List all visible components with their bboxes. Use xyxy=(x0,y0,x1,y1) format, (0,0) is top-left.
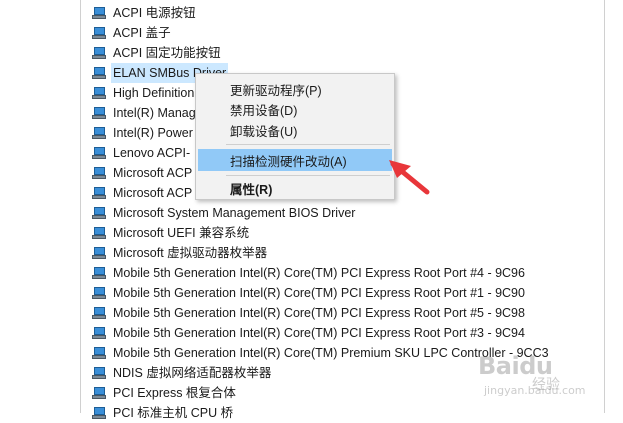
device-label: PCI 标准主机 CPU 桥 xyxy=(113,406,234,420)
device-list-item[interactable]: NDIS 虚拟网络适配器枚举器 xyxy=(92,363,271,383)
menu-item-uninstall-device[interactable]: 卸载设备(U) xyxy=(198,119,392,141)
device-label: Microsoft 虚拟驱动器枚举器 xyxy=(113,246,268,260)
device-icon xyxy=(92,227,106,239)
device-list-item[interactable]: ACPI 固定功能按钮 xyxy=(92,43,221,63)
device-icon xyxy=(92,127,106,139)
device-label: Microsoft UEFI 兼容系统 xyxy=(113,226,250,240)
device-icon xyxy=(92,27,106,39)
device-icon xyxy=(92,287,106,299)
device-label: ACPI 电源按钮 xyxy=(113,6,196,20)
menu-item-scan-hardware-changes[interactable]: 扫描检测硬件改动(A) xyxy=(198,149,392,171)
device-icon xyxy=(92,387,106,399)
device-icon xyxy=(92,47,106,59)
device-label: Mobile 5th Generation Intel(R) Core(TM) … xyxy=(113,286,525,300)
device-label: ACPI 盖子 xyxy=(113,26,171,40)
device-icon xyxy=(92,327,106,339)
device-icon xyxy=(92,87,106,99)
device-label: Mobile 5th Generation Intel(R) Core(TM) … xyxy=(113,326,525,340)
device-icon xyxy=(92,147,106,159)
device-label: Intel(R) Manag xyxy=(113,106,196,120)
device-label: Mobile 5th Generation Intel(R) Core(TM) … xyxy=(113,266,525,280)
tree-guide-line xyxy=(80,0,81,413)
menu-item-disable-device[interactable]: 禁用设备(D) xyxy=(198,98,392,120)
device-icon xyxy=(92,167,106,179)
device-list-item[interactable]: PCI 标准主机 CPU 桥 xyxy=(92,403,233,423)
menu-item-label: 属性(R) xyxy=(230,182,273,197)
device-label: Lenovo ACPI- xyxy=(113,146,191,160)
device-list-item[interactable]: Intel(R) Power xyxy=(92,123,193,143)
device-list-item[interactable]: Microsoft ACP xyxy=(92,163,192,183)
menu-separator xyxy=(226,175,390,176)
device-icon xyxy=(92,67,106,79)
device-list-item[interactable]: High Definition xyxy=(92,83,194,103)
device-label: Microsoft ACP xyxy=(113,166,193,180)
device-list-item[interactable]: PCI Express 根复合体 xyxy=(92,383,236,403)
device-label: Intel(R) Power xyxy=(113,126,193,140)
device-list-item[interactable]: Mobile 5th Generation Intel(R) Core(TM) … xyxy=(92,303,525,323)
device-list-item[interactable]: Lenovo ACPI- xyxy=(92,143,190,163)
menu-item-label: 卸载设备(U) xyxy=(230,124,298,139)
menu-item-label: 禁用设备(D) xyxy=(230,103,298,118)
device-list-item[interactable]: ACPI 盖子 xyxy=(92,23,171,43)
device-list-item[interactable]: Mobile 5th Generation Intel(R) Core(TM) … xyxy=(92,263,525,283)
device-label: NDIS 虚拟网络适配器枚举器 xyxy=(113,366,272,380)
device-label: Microsoft ACP xyxy=(113,186,193,200)
device-list-item[interactable]: Microsoft 虚拟驱动器枚举器 xyxy=(92,243,267,263)
device-label: High Definition xyxy=(113,86,195,100)
menu-item-properties[interactable]: 属性(R) xyxy=(198,177,392,199)
device-icon xyxy=(92,347,106,359)
device-label: Microsoft System Management BIOS Driver xyxy=(113,206,356,220)
device-label: ACPI 固定功能按钮 xyxy=(113,46,221,60)
menu-item-update-driver[interactable]: 更新驱动程序(P) xyxy=(198,78,392,100)
device-icon xyxy=(92,367,106,379)
device-icon xyxy=(92,7,106,19)
menu-item-label: 更新驱动程序(P) xyxy=(230,83,322,98)
menu-item-label: 扫描检测硬件改动(A) xyxy=(230,154,347,169)
device-list-item[interactable]: Mobile 5th Generation Intel(R) Core(TM) … xyxy=(92,323,525,343)
context-menu: 更新驱动程序(P) 禁用设备(D) 卸载设备(U) 扫描检测硬件改动(A) 属性… xyxy=(195,73,395,200)
device-icon xyxy=(92,107,106,119)
menu-separator xyxy=(226,144,390,145)
device-list-item[interactable]: Microsoft ACP xyxy=(92,183,192,203)
device-icon xyxy=(92,407,106,419)
watermark: Baidu 经验 jingyan.baidu.com xyxy=(478,348,618,408)
device-label: Mobile 5th Generation Intel(R) Core(TM) … xyxy=(113,306,525,320)
device-icon xyxy=(92,187,106,199)
device-icon xyxy=(92,267,106,279)
device-list-item[interactable]: Intel(R) Manag xyxy=(92,103,196,123)
device-icon xyxy=(92,247,106,259)
device-label: PCI Express 根复合体 xyxy=(113,386,236,400)
device-list-item[interactable]: Microsoft System Management BIOS Driver xyxy=(92,203,355,223)
device-icon xyxy=(92,307,106,319)
device-list-item[interactable]: Microsoft UEFI 兼容系统 xyxy=(92,223,249,243)
watermark-url: jingyan.baidu.com xyxy=(484,384,586,397)
device-list-item[interactable]: Mobile 5th Generation Intel(R) Core(TM) … xyxy=(92,283,525,303)
red-arrow-icon xyxy=(389,160,430,195)
device-icon xyxy=(92,207,106,219)
device-list-item[interactable]: ACPI 电源按钮 xyxy=(92,3,196,23)
